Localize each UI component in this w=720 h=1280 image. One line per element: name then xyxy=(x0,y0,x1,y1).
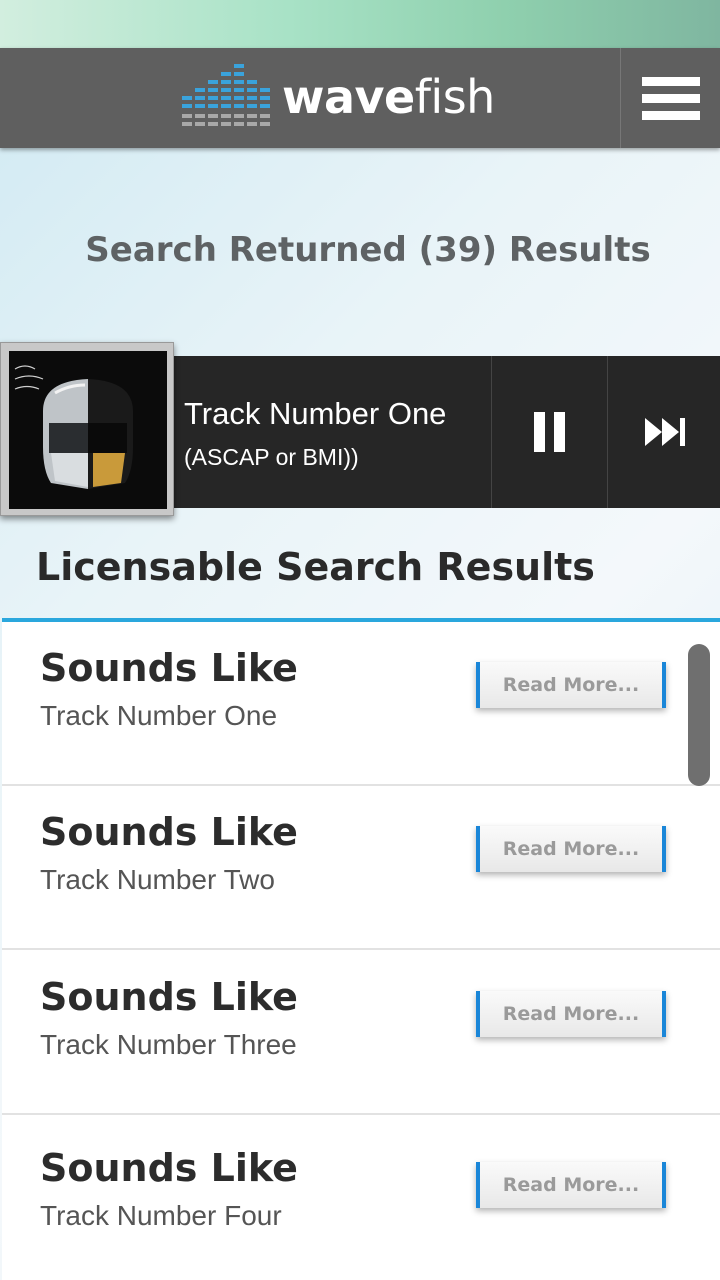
results-list[interactable]: Sounds Like Track Number One Read More..… xyxy=(2,622,720,1280)
list-item[interactable]: Sounds Like Track Number One Read More..… xyxy=(2,622,720,786)
list-item[interactable]: Sounds Like Track Number Two Read More..… xyxy=(2,786,720,950)
skip-next-button[interactable] xyxy=(607,356,720,508)
section-heading: Licensable Search Results xyxy=(36,545,595,589)
waveform-logo-icon xyxy=(182,64,270,126)
list-item-subtitle: Track Number One xyxy=(40,700,278,731)
read-more-button[interactable]: Read More... xyxy=(476,826,666,872)
list-item-title: Sounds Like xyxy=(40,810,298,854)
app-name-bold: wave xyxy=(282,70,415,124)
menu-button[interactable] xyxy=(620,48,720,148)
list-item[interactable]: Sounds Like Track Number Three Read More… xyxy=(2,951,720,1115)
scrollbar-thumb[interactable] xyxy=(688,644,710,786)
helmet-artwork-icon xyxy=(9,351,167,509)
list-item-title: Sounds Like xyxy=(40,646,298,690)
app-name: wavefish xyxy=(282,70,495,124)
list-item[interactable]: Sounds Like Track Number Four Read More.… xyxy=(2,1116,720,1280)
now-playing-bar: Track Number One (ASCAP or BMI)) xyxy=(0,342,720,516)
hamburger-menu-icon xyxy=(641,76,700,120)
list-item-subtitle: Track Number Three xyxy=(40,1029,297,1060)
read-more-button[interactable]: Read More... xyxy=(476,662,666,708)
now-playing-title: Track Number One xyxy=(184,396,447,431)
album-art[interactable] xyxy=(0,342,174,516)
now-playing-license: (ASCAP or BMI)) xyxy=(184,444,359,470)
list-item-title: Sounds Like xyxy=(40,1146,298,1190)
pause-icon xyxy=(533,412,565,452)
list-item-subtitle: Track Number Two xyxy=(40,864,275,895)
read-more-button[interactable]: Read More... xyxy=(476,1162,666,1208)
list-item-subtitle: Track Number Four xyxy=(40,1200,282,1231)
skip-next-icon xyxy=(644,418,685,446)
pause-button[interactable] xyxy=(491,356,607,508)
wavefish-logo[interactable]: wavefish xyxy=(182,62,495,132)
status-bar-area xyxy=(0,0,720,48)
list-item-title: Sounds Like xyxy=(40,975,298,1019)
app-name-light: fish xyxy=(414,70,496,124)
search-results-summary: Search Returned (39) Results xyxy=(85,230,651,270)
album-art-image xyxy=(9,351,167,509)
read-more-button[interactable]: Read More... xyxy=(476,991,666,1037)
app-header: wavefish xyxy=(0,48,720,148)
